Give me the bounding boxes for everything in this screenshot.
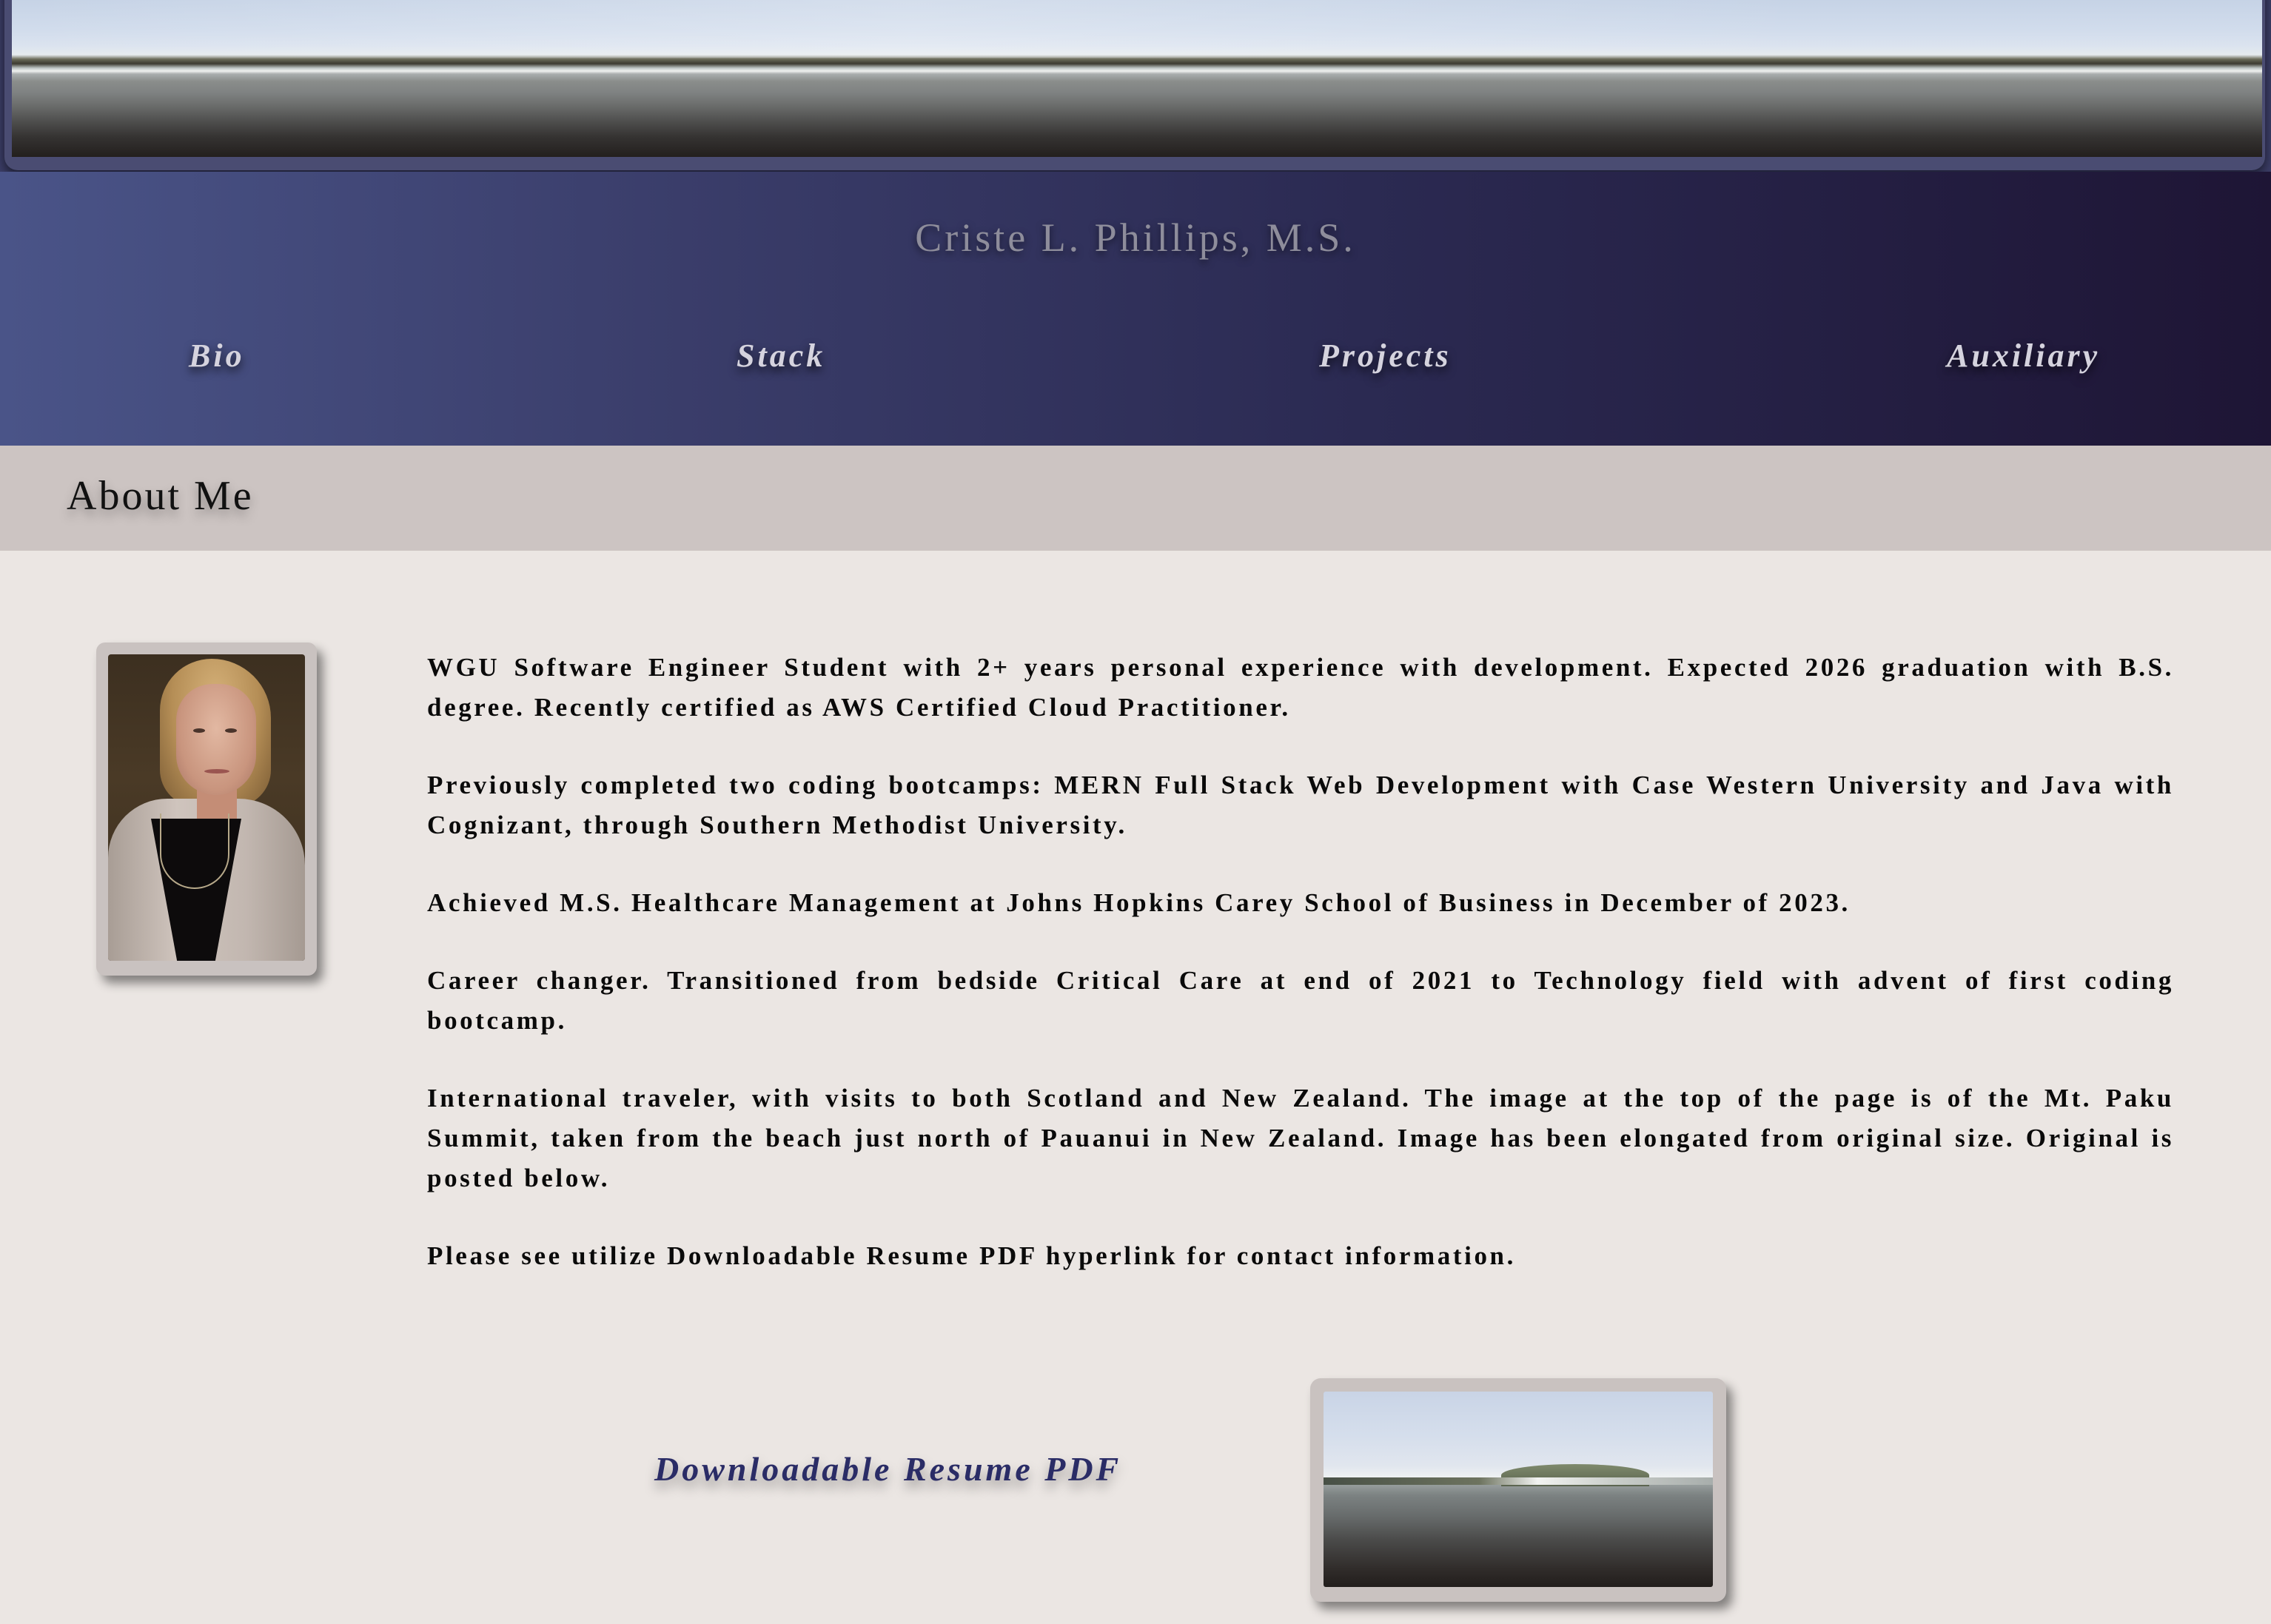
nav-item-auxiliary[interactable]: Auxiliary	[1947, 337, 2100, 375]
about-heading: About Me	[67, 473, 254, 519]
bio-paragraph: Achieved M.S. Healthcare Management at J…	[427, 888, 1851, 917]
mt-paku-original-image	[1324, 1392, 1713, 1587]
site-title: Criste L. Phillips, M.S.	[915, 215, 1356, 260]
portrait-mouth	[204, 769, 229, 774]
nav-item-projects[interactable]: Projects	[1319, 337, 1452, 375]
portrait-necklace	[160, 813, 229, 889]
resume-pdf-link[interactable]: Downloadable Resume PDF	[654, 1449, 1121, 1489]
nav-item-stack[interactable]: Stack	[737, 337, 825, 375]
shoreline-shape	[1324, 1477, 1713, 1485]
bio-paragraph: Previously completed two coding bootcamp…	[427, 771, 2174, 839]
portrait-frame	[96, 642, 317, 976]
header-banner	[0, 0, 2271, 178]
portrait-photo	[108, 654, 305, 961]
nav-band	[0, 172, 2271, 446]
portrait-eye-left	[193, 728, 205, 733]
bio-paragraph: Career changer. Transitioned from bedsid…	[427, 966, 2174, 1035]
bio-paragraph: Please see utilize Downloadable Resume P…	[427, 1241, 1516, 1270]
original-image-frame	[1310, 1378, 1726, 1602]
portrait-eye-right	[225, 728, 237, 733]
about-heading-band	[0, 446, 2271, 551]
nav-item-bio[interactable]: Bio	[189, 337, 245, 375]
bio-paragraph: WGU Software Engineer Student with 2+ ye…	[427, 653, 2174, 722]
bio-text: WGU Software Engineer Student with 2+ ye…	[427, 648, 2174, 1314]
bio-paragraph: International traveler, with visits to b…	[427, 1084, 2174, 1192]
mt-paku-banner-image	[12, 0, 2262, 157]
portrait-face	[176, 684, 256, 795]
